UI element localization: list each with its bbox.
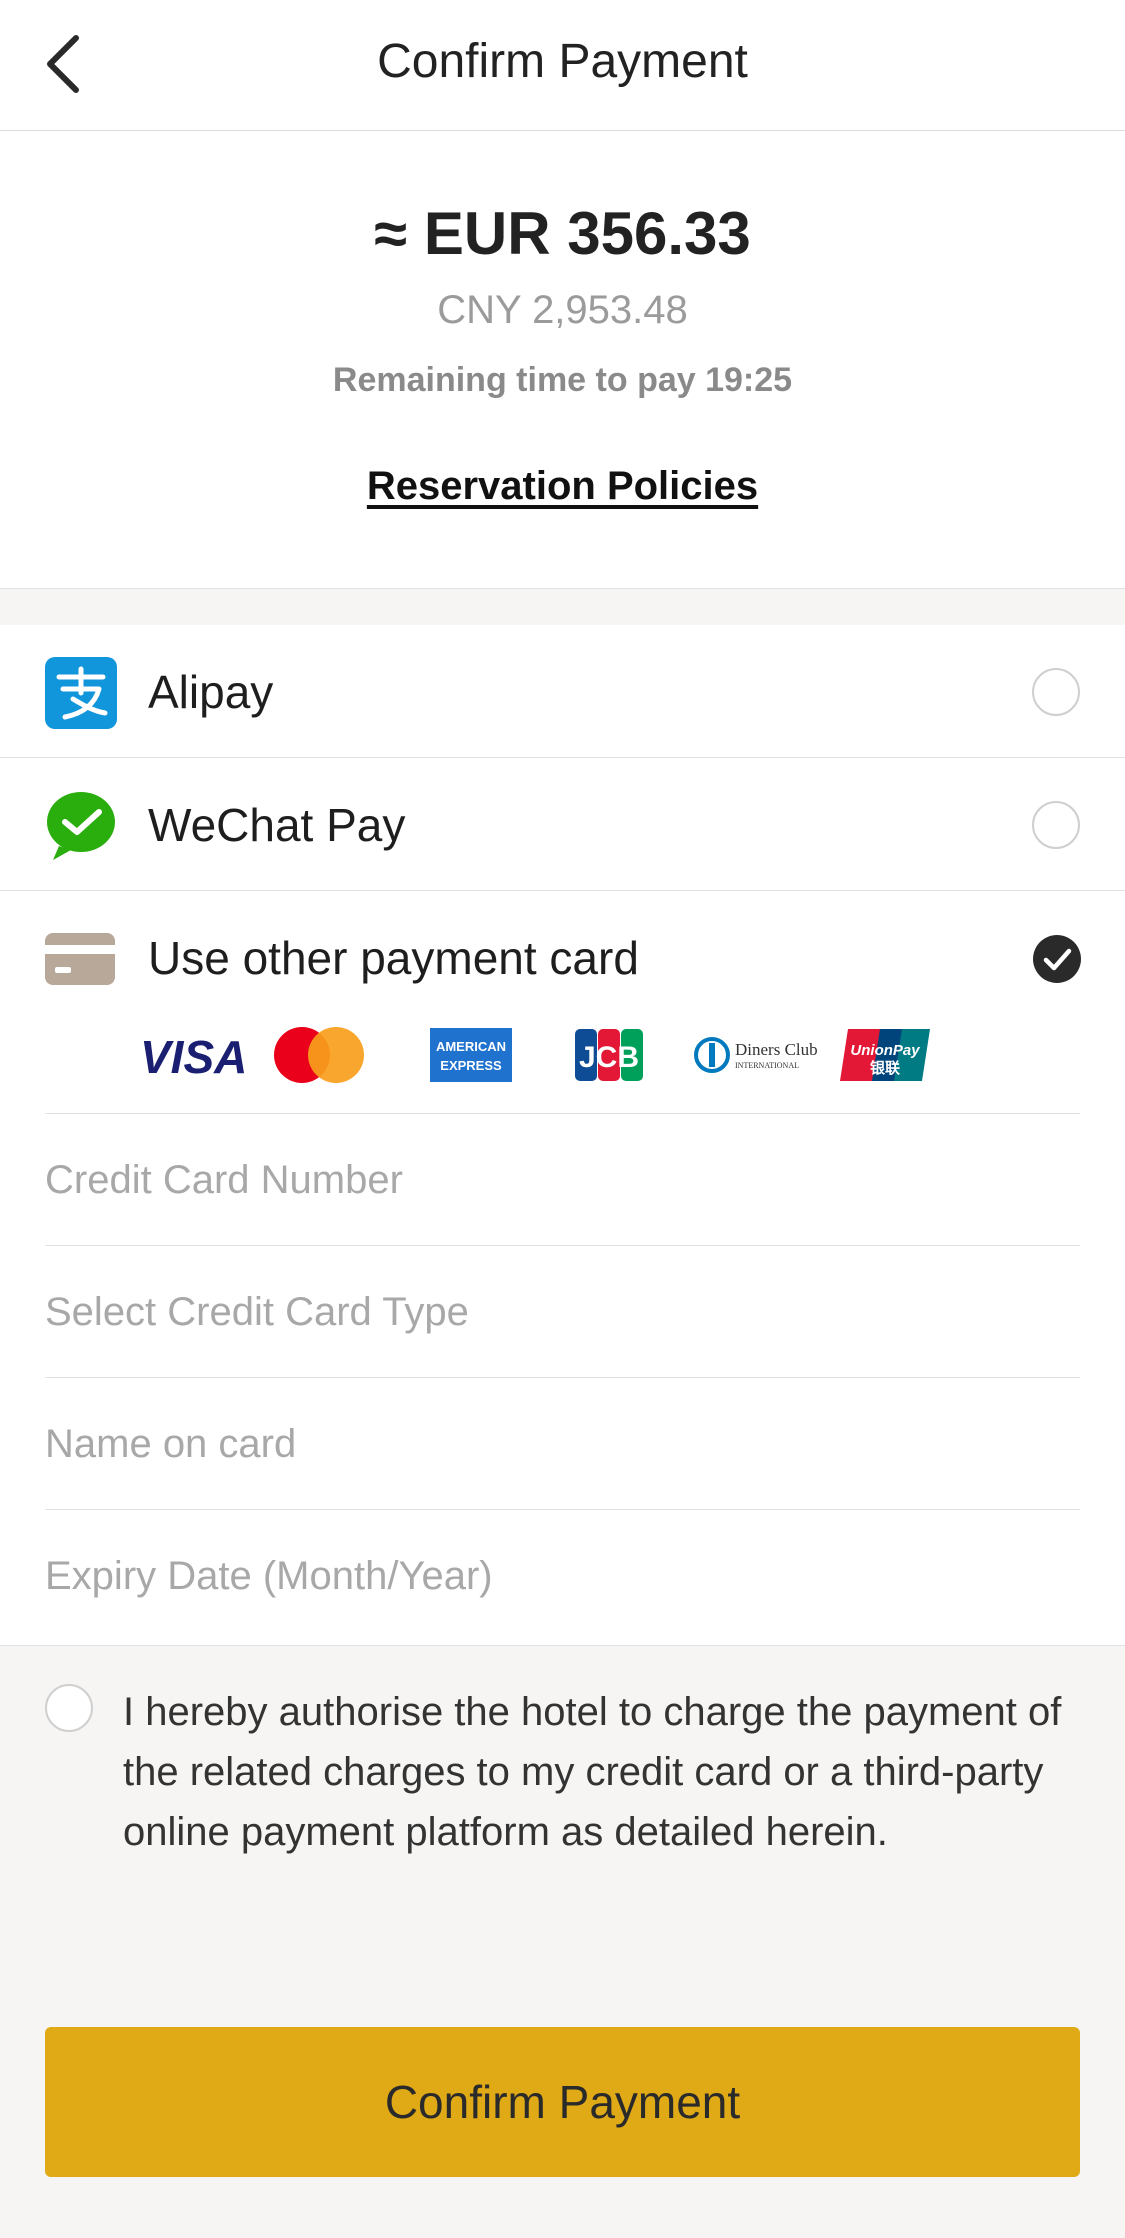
reservation-policies-link[interactable]: Reservation Policies [0,464,1125,509]
amount-eur: ≈ EUR 356.33 [374,200,751,267]
payment-option-wechat-pay[interactable]: WeChat Pay [0,758,1125,891]
page-title: Confirm Payment [377,35,748,88]
jcb-logo: JCB [575,1029,643,1081]
name-on-card-input[interactable]: Name on card [45,1377,1080,1509]
wechat-pay-icon [47,792,115,860]
credit-card-icon [45,933,115,985]
checked-radio-icon[interactable] [1032,934,1082,984]
consent-section: I hereby authorise the hotel to charge t… [0,1645,1125,2238]
wechat-pay-label: WeChat Pay [148,799,406,851]
alipay-label: Alipay [148,666,274,718]
svg-text:UnionPay: UnionPay [850,1042,920,1059]
consent-text: I hereby authorise the hotel to charge t… [123,1690,1062,1854]
mastercard-logo [274,1027,364,1083]
section-divider [0,589,1125,625]
visa-logo: VISA [140,1031,247,1083]
svg-text:JCB: JCB [579,1041,639,1074]
svg-text:银联: 银联 [870,1059,901,1077]
svg-text:VISA: VISA [140,1031,247,1083]
wechat-pay-radio[interactable] [1032,801,1080,849]
card-option-label[interactable]: Use other payment card [148,931,639,985]
payment-option-alipay[interactable]: Alipay [0,625,1125,758]
amount-summary: ≈ EUR 356.33 CNY 2,953.48 Remaining time… [0,131,1125,589]
confirm-payment-page: Confirm Payment ≈ EUR 356.33 CNY 2,953.4… [0,0,1125,2238]
svg-text:AMERICAN: AMERICAN [436,1039,506,1054]
card-brand-logos: VISA AMERICAN EXPRESS JCB Diners Club IN… [140,1027,930,1083]
diners-club-logo: Diners Club INTERNATIONAL [694,1037,818,1073]
alipay-icon [45,657,117,729]
svg-text:INTERNATIONAL: INTERNATIONAL [735,1061,799,1070]
consent-checkbox[interactable] [45,1684,93,1732]
svg-text:Diners Club: Diners Club [735,1040,818,1059]
card-number-input[interactable]: Credit Card Number [45,1113,1080,1245]
alipay-radio[interactable] [1032,668,1080,716]
expiry-date-input[interactable]: Expiry Date (Month/Year) [45,1509,1080,1641]
payment-option-card: Use other payment card VISA AMERICAN EXP… [0,891,1125,1645]
svg-text:EXPRESS: EXPRESS [440,1058,502,1073]
confirm-payment-button[interactable]: Confirm Payment [45,2027,1080,2177]
card-type-select[interactable]: Select Credit Card Type [45,1245,1080,1377]
unionpay-logo: UnionPay 银联 [840,1029,930,1081]
remaining-time: Remaining time to pay 19:25 [332,361,793,399]
amex-logo: AMERICAN EXPRESS [430,1028,512,1082]
top-nav-bar: Confirm Payment [0,0,1125,131]
amount-cny: CNY 2,953.48 [437,288,688,332]
